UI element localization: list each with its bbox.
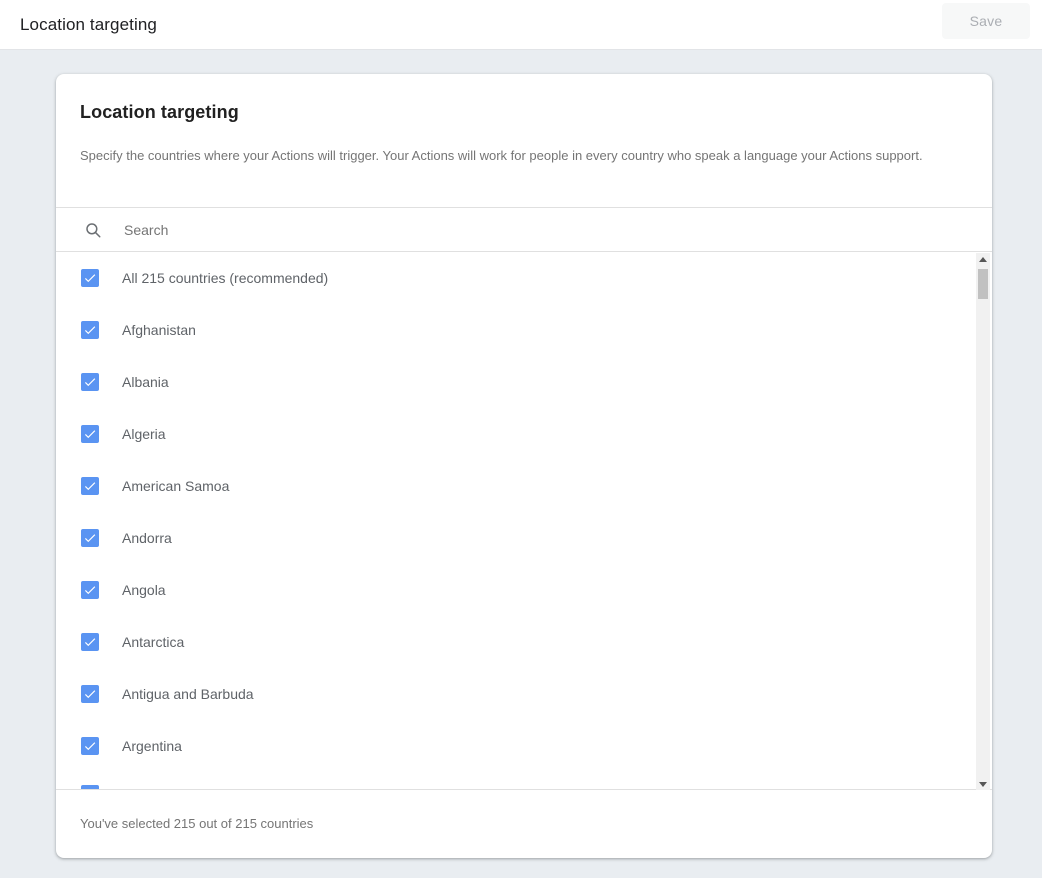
page-title: Location targeting xyxy=(20,15,157,35)
checkbox-checked[interactable] xyxy=(81,737,99,755)
search-icon xyxy=(84,221,102,239)
country-label: Antarctica xyxy=(122,634,184,650)
country-row[interactable]: Antigua and Barbuda xyxy=(56,668,992,720)
country-row[interactable]: All 215 countries (recommended) xyxy=(56,252,992,304)
checkbox-checked[interactable] xyxy=(81,685,99,703)
checkbox-checked[interactable] xyxy=(81,477,99,495)
country-label: Antigua and Barbuda xyxy=(122,686,254,702)
checkmark-icon xyxy=(83,687,97,701)
checkmark-icon xyxy=(83,787,97,789)
scrollbar-down-arrow[interactable] xyxy=(976,778,990,790)
checkbox-checked[interactable] xyxy=(81,321,99,339)
country-row[interactable]: Antarctica xyxy=(56,616,992,668)
selection-summary: You've selected 215 out of 215 countries xyxy=(80,816,313,831)
country-list: All 215 countries (recommended) Afghanis… xyxy=(56,252,992,789)
checkmark-icon xyxy=(83,739,97,753)
search-input[interactable] xyxy=(124,222,992,238)
scrollbar[interactable] xyxy=(976,253,990,790)
save-button[interactable]: Save xyxy=(942,3,1030,39)
card-header: Location targeting Specify the countries… xyxy=(56,74,992,207)
card-title: Location targeting xyxy=(80,102,968,123)
country-row[interactable]: Angola xyxy=(56,564,992,616)
country-label: American Samoa xyxy=(122,478,229,494)
checkbox-checked[interactable] xyxy=(81,633,99,651)
checkbox-checked[interactable] xyxy=(81,581,99,599)
country-label: Argentina xyxy=(122,738,182,754)
checkbox-checked[interactable] xyxy=(81,529,99,547)
checkbox-checked[interactable] xyxy=(81,373,99,391)
card-footer: You've selected 215 out of 215 countries xyxy=(56,789,992,857)
country-row[interactable]: Albania xyxy=(56,356,992,408)
country-label: Angola xyxy=(122,582,166,598)
checkmark-icon xyxy=(83,583,97,597)
checkmark-icon xyxy=(83,531,97,545)
checkmark-icon xyxy=(83,375,97,389)
top-app-bar: Location targeting Save xyxy=(0,0,1042,50)
scrollbar-thumb[interactable] xyxy=(978,269,988,299)
checkbox-checked[interactable] xyxy=(81,425,99,443)
triangle-up-icon xyxy=(979,257,987,262)
country-row[interactable]: American Samoa xyxy=(56,460,992,512)
triangle-down-icon xyxy=(979,782,987,787)
country-row[interactable]: Argentina xyxy=(56,720,992,772)
country-row[interactable]: Afghanistan xyxy=(56,304,992,356)
checkmark-icon xyxy=(83,479,97,493)
card-description: Specify the countries where your Actions… xyxy=(80,146,950,166)
country-label: All 215 countries (recommended) xyxy=(122,270,328,286)
checkbox-checked[interactable] xyxy=(81,269,99,287)
search-bar[interactable] xyxy=(56,207,992,252)
checkmark-icon xyxy=(83,635,97,649)
country-label: Afghanistan xyxy=(122,322,196,338)
country-label: Andorra xyxy=(122,530,172,546)
checkmark-icon xyxy=(83,271,97,285)
country-row[interactable]: Algeria xyxy=(56,408,992,460)
page-background: Location targeting Specify the countries… xyxy=(0,50,1042,878)
scrollbar-up-arrow[interactable] xyxy=(976,253,990,265)
country-row[interactable]: Andorra xyxy=(56,512,992,564)
location-targeting-card: Location targeting Specify the countries… xyxy=(56,74,992,858)
country-label: Algeria xyxy=(122,426,166,442)
country-row[interactable] xyxy=(56,772,992,789)
checkbox-checked[interactable] xyxy=(81,785,99,789)
checkmark-icon xyxy=(83,427,97,441)
country-label: Albania xyxy=(122,374,169,390)
checkmark-icon xyxy=(83,323,97,337)
